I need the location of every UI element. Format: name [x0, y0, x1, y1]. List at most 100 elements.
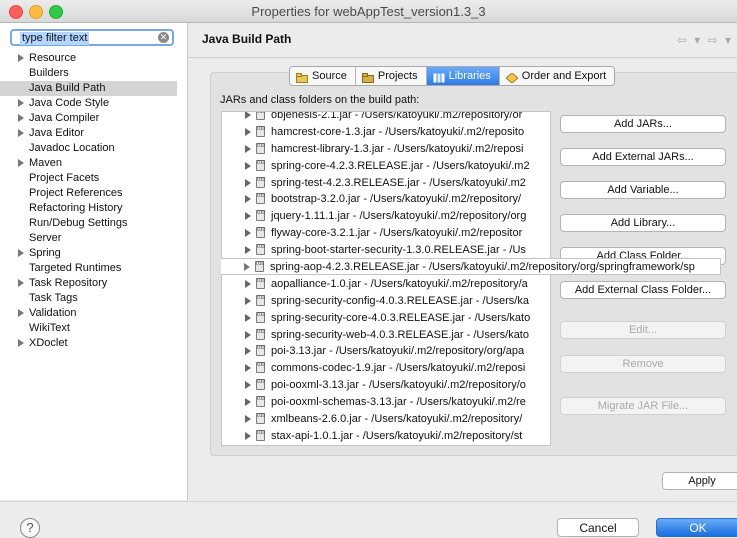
tree-item-targeted-runtimes[interactable]: Targeted Runtimes	[0, 261, 187, 276]
jar-list-item[interactable]: 010 spring-security-core-4.0.3.RELEASE.ja…	[222, 310, 550, 327]
migrate-jar-file-button[interactable]: Migrate JAR File...	[560, 397, 726, 415]
add-variable-button[interactable]: Add Variable...	[560, 181, 726, 199]
expand-triangle-icon[interactable]	[18, 249, 24, 257]
expand-triangle-icon[interactable]	[245, 431, 251, 440]
expand-triangle-icon[interactable]	[245, 347, 251, 356]
expand-triangle-icon[interactable]	[18, 54, 24, 62]
tab-bar: Source Projects Libraries Order and Export	[289, 66, 616, 86]
tree-item-task-repository[interactable]: Task Repository	[0, 276, 187, 291]
expand-triangle-icon[interactable]	[245, 246, 251, 255]
help-icon[interactable]: ?	[20, 518, 40, 538]
jar-list-item[interactable]: 010 spring-security-web-4.0.3.RELEASE.jar…	[222, 327, 550, 344]
jar-list-item[interactable]: 010 spring-test-4.2.3.RELEASE.jar - /User…	[222, 175, 550, 192]
expand-triangle-icon[interactable]	[245, 398, 251, 407]
expand-triangle-icon[interactable]	[245, 212, 251, 221]
tab-libraries[interactable]: Libraries	[426, 67, 500, 85]
expand-triangle-icon[interactable]	[245, 144, 251, 153]
tree-item-run-debug-settings[interactable]: Run/Debug Settings	[0, 216, 187, 231]
expand-triangle-icon[interactable]	[245, 279, 251, 288]
jar-list-hover-row[interactable]: 010 spring-aop-4.2.3.RELEASE.jar - /Users…	[221, 258, 721, 275]
add-jars-button[interactable]: Add JARs...	[560, 115, 726, 133]
expand-triangle-icon[interactable]	[18, 99, 24, 107]
tree-item-label: Server	[29, 232, 62, 244]
history-navigation-arrows[interactable]: ⇦ ▾ ⇨ ▾	[677, 33, 733, 47]
jar-list-item[interactable]: 010 xmlbeans-2.6.0.jar - /Users/katoyuki/…	[222, 411, 550, 428]
jar-file-icon: 010	[256, 142, 265, 154]
tab-source[interactable]: Source	[290, 67, 356, 85]
expand-triangle-icon[interactable]	[18, 114, 24, 122]
expand-triangle-icon[interactable]	[245, 381, 251, 390]
jar-list-item[interactable]: 010 objenesis-2.1.jar - /Users/katoyuki/.…	[222, 112, 550, 124]
add-external-jars-button[interactable]: Add External JARs...	[560, 148, 726, 166]
expand-triangle-icon[interactable]	[245, 296, 251, 305]
tree-item-resource[interactable]: Resource	[0, 51, 187, 66]
add-external-class-folder-button[interactable]: Add External Class Folder...	[560, 281, 726, 299]
clear-filter-icon[interactable]: ✕	[158, 32, 169, 43]
cancel-button[interactable]: Cancel	[557, 518, 639, 537]
tree-item-java-editor[interactable]: Java Editor	[0, 126, 187, 141]
tree-item-task-tags[interactable]: Task Tags	[0, 291, 187, 306]
jar-list-item[interactable]: 010 commons-codec-1.9.jar - /Users/katoyu…	[222, 360, 550, 377]
tree-item-label: Maven	[29, 157, 63, 169]
tree-item-label: Run/Debug Settings	[29, 217, 128, 229]
expand-triangle-icon[interactable]	[18, 339, 24, 347]
ok-button[interactable]: OK	[656, 518, 737, 537]
expand-triangle-icon[interactable]	[18, 159, 24, 167]
expand-triangle-icon[interactable]	[245, 195, 251, 204]
tree-item-project-facets[interactable]: Project Facets	[0, 171, 187, 186]
jar-list-item[interactable]: 010 aopalliance-1.0.jar - /Users/katoyuki…	[222, 276, 550, 293]
tree-item-label: Java Code Style	[29, 97, 110, 109]
expand-triangle-icon[interactable]	[18, 309, 24, 317]
remove-button[interactable]: Remove	[560, 355, 726, 373]
tab-projects[interactable]: Projects	[356, 67, 427, 85]
tree-item-builders[interactable]: Builders	[0, 66, 187, 81]
expand-triangle-icon[interactable]	[245, 112, 251, 119]
jar-list-item[interactable]: 010 hamcrest-library-1.3.jar - /Users/kat…	[222, 141, 550, 158]
jar-list-item[interactable]: 010 poi-ooxml-3.13.jar - /Users/katoyuki/…	[222, 377, 550, 394]
expand-triangle-icon[interactable]	[244, 263, 250, 271]
expand-triangle-icon[interactable]	[245, 229, 251, 238]
jar-list-item[interactable]: 010 poi-3.13.jar - /Users/katoyuki/.m2/re…	[222, 343, 550, 360]
jar-list-item[interactable]: 010 stax-api-1.0.1.jar - /Users/katoyuki/…	[222, 428, 550, 445]
expand-triangle-icon[interactable]	[18, 279, 24, 287]
tree-item-wikitext[interactable]: WikiText	[0, 321, 187, 336]
jar-list-item[interactable]: 010 bootstrap-3.2.0.jar - /Users/katoyuki…	[222, 191, 550, 208]
tree-item-javadoc-location[interactable]: Javadoc Location	[0, 141, 187, 156]
jar-list-item[interactable]: 010 flyway-core-3.2.1.jar - /Users/katoyu…	[222, 225, 550, 242]
jar-list-item[interactable]: 010 spring-boot-starter-security-1.3.0.RE…	[222, 242, 550, 259]
jar-list-item[interactable]: 010 spring-security-config-4.0.3.RELEASE.…	[222, 293, 550, 310]
expand-triangle-icon[interactable]	[245, 178, 251, 187]
tree-item-maven[interactable]: Maven	[0, 156, 187, 171]
tree-item-java-code-style[interactable]: Java Code Style	[0, 96, 187, 111]
tree-item-java-compiler[interactable]: Java Compiler	[0, 111, 187, 126]
edit-button[interactable]: Edit...	[560, 321, 726, 339]
jar-list-item[interactable]: 010 spring-core-4.2.3.RELEASE.jar - /User…	[222, 158, 550, 175]
tree-item-validation[interactable]: Validation	[0, 306, 187, 321]
tree-item-spring[interactable]: Spring	[0, 246, 187, 261]
expand-triangle-icon[interactable]	[245, 415, 251, 424]
expand-triangle-icon[interactable]	[245, 364, 251, 373]
expand-triangle-icon[interactable]	[18, 129, 24, 137]
jar-label: spring-security-web-4.0.3.RELEASE.jar - …	[271, 328, 529, 341]
tree-item-java-build-path[interactable]: Java Build Path	[0, 81, 177, 96]
jar-list[interactable]: 010 objenesis-2.1.jar - /Users/katoyuki/.…	[221, 111, 551, 446]
filter-input[interactable]: type filter text ✕	[10, 29, 174, 46]
tab-order-and-export[interactable]: Order and Export	[500, 67, 614, 85]
jar-list-item[interactable]: 010 poi-ooxml-schemas-3.13.jar - /Users/k…	[222, 394, 550, 411]
expand-triangle-icon[interactable]	[245, 313, 251, 322]
expand-triangle-icon[interactable]	[245, 330, 251, 339]
expand-triangle-icon[interactable]	[245, 127, 251, 136]
tree-item-refactoring-history[interactable]: Refactoring History	[0, 201, 187, 216]
expand-triangle-icon[interactable]	[245, 161, 251, 170]
jar-file-icon: 010	[256, 345, 265, 357]
tree-item-label: Refactoring History	[29, 202, 123, 214]
tree-item-server[interactable]: Server	[0, 231, 187, 246]
jar-list-item[interactable]: 010 jquery-1.11.1.jar - /Users/katoyuki/.…	[222, 208, 550, 225]
apply-button[interactable]: Apply	[662, 472, 737, 490]
filter-text[interactable]: type filter text	[20, 32, 90, 45]
tree-item-project-references[interactable]: Project References	[0, 186, 187, 201]
add-library-button[interactable]: Add Library...	[560, 214, 726, 232]
tree-item-xdoclet[interactable]: XDoclet	[0, 336, 187, 351]
tab-label: Libraries	[448, 70, 491, 82]
jar-list-item[interactable]: 010 hamcrest-core-1.3.jar - /Users/katoyu…	[222, 124, 550, 141]
